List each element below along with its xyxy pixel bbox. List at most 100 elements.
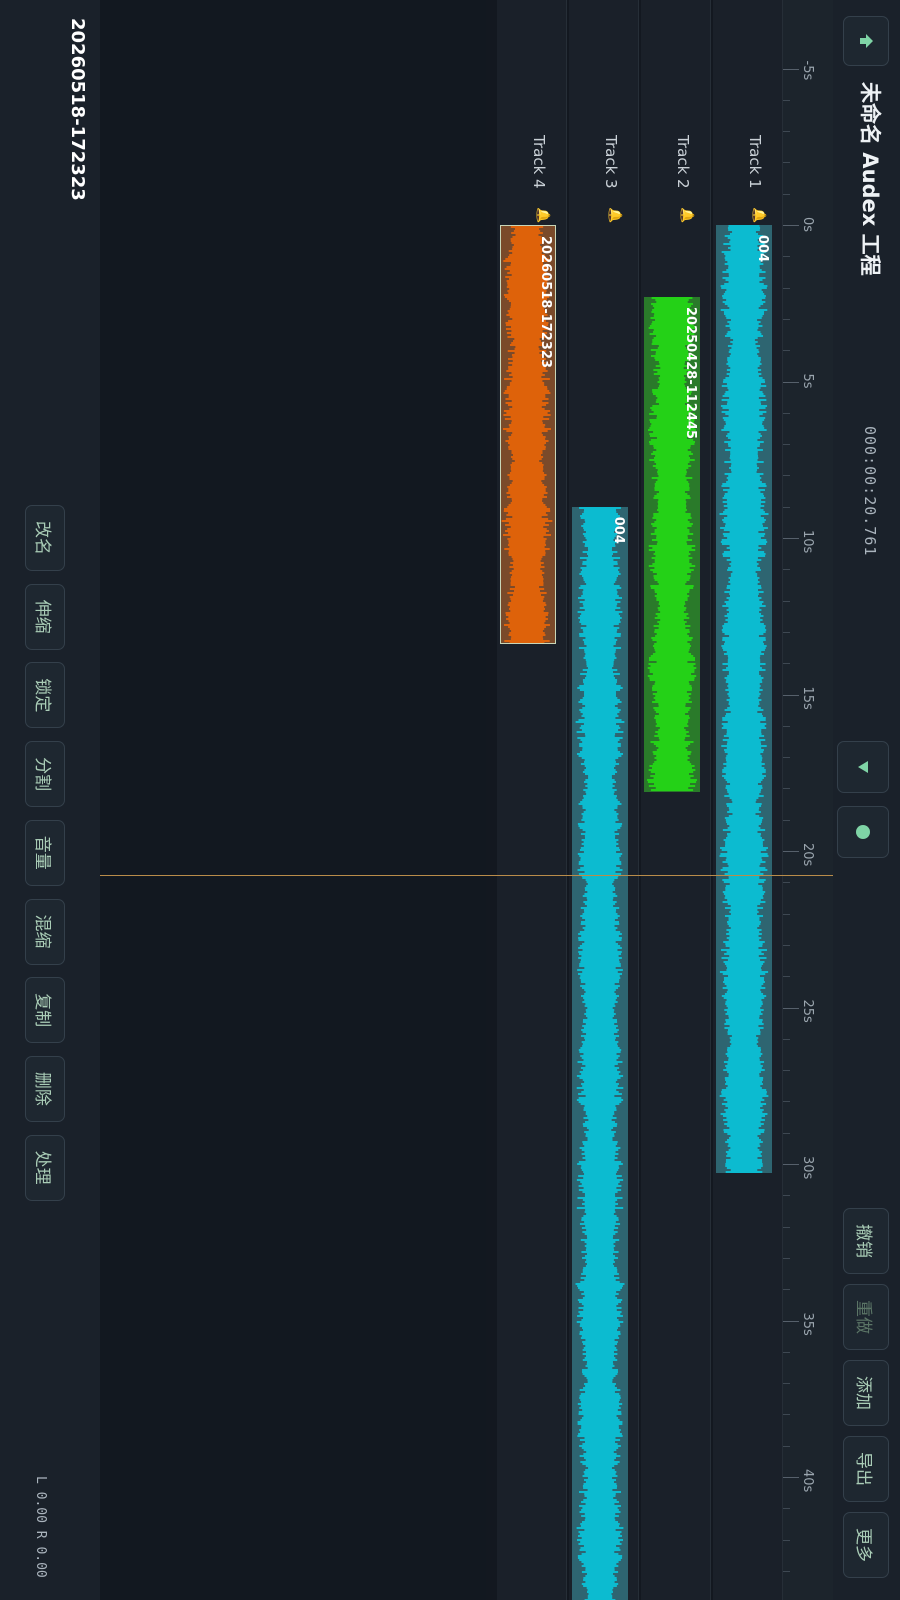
ruler-minor-tick bbox=[783, 1226, 790, 1228]
ruler-minor-tick bbox=[783, 944, 790, 946]
ruler-minor-tick bbox=[783, 1539, 790, 1541]
track-lane[interactable]: Track 1 🔔 004 bbox=[713, 0, 783, 1600]
ruler-minor-tick bbox=[783, 631, 790, 633]
ruler-minor-tick bbox=[783, 1414, 790, 1416]
ruler-label: 10s bbox=[800, 530, 815, 554]
delete-button[interactable]: 删除 bbox=[25, 1055, 65, 1122]
ruler-minor-tick bbox=[783, 350, 790, 352]
bell-icon[interactable]: 🔔 bbox=[535, 207, 550, 223]
ruler-minor-tick bbox=[783, 162, 790, 164]
redo-button[interactable]: 重做 bbox=[843, 1284, 889, 1350]
play-button[interactable] bbox=[837, 741, 889, 793]
bell-icon[interactable]: 🔔 bbox=[679, 207, 694, 223]
ruler-tick bbox=[783, 851, 799, 852]
ruler-minor-tick bbox=[783, 506, 790, 508]
ruler-label: 30s bbox=[800, 1156, 815, 1180]
ruler-minor-tick bbox=[783, 475, 790, 477]
clip-label: 004 bbox=[755, 235, 770, 263]
ruler-label: -5s bbox=[800, 60, 815, 81]
time-display: 000:00:20.761 bbox=[861, 426, 879, 557]
bell-icon[interactable]: 🔔 bbox=[607, 207, 622, 223]
upload-arrow-icon bbox=[860, 34, 873, 48]
copy-button[interactable]: 复制 bbox=[25, 977, 65, 1044]
empty-track-area bbox=[100, 0, 486, 1600]
ruler-minor-tick bbox=[783, 1038, 790, 1040]
ruler-label: 35s bbox=[800, 1312, 815, 1336]
ruler-minor-tick bbox=[783, 1257, 790, 1259]
ruler-minor-tick bbox=[783, 1445, 790, 1447]
ruler-minor-tick bbox=[783, 256, 790, 258]
ruler-minor-tick bbox=[783, 663, 790, 665]
track-lane[interactable]: Track 4 🔔 20260518-172323 bbox=[497, 0, 567, 1600]
ruler-minor-tick bbox=[783, 193, 790, 195]
ruler-tick bbox=[783, 225, 799, 226]
bell-icon[interactable]: 🔔 bbox=[751, 207, 766, 223]
clip-label: 20260518-172323 bbox=[538, 236, 553, 369]
track-name: Track 2 bbox=[674, 135, 692, 189]
ruler-tick bbox=[783, 68, 799, 70]
ruler-minor-tick bbox=[783, 757, 790, 759]
audio-clip[interactable]: 20260518-172323 bbox=[500, 225, 556, 645]
ruler-minor-tick bbox=[783, 131, 790, 133]
process-button[interactable]: 处理 bbox=[25, 1134, 65, 1201]
home-button[interactable] bbox=[843, 16, 889, 66]
record-button[interactable] bbox=[837, 806, 889, 858]
ruler-label: 40s bbox=[800, 1469, 815, 1493]
volume-button[interactable]: 音量 bbox=[25, 819, 65, 886]
app-screen: 未命名 Audex 工程 000:00:20.761 撤销 重做 添加 导出 更… bbox=[0, 0, 900, 1600]
time-ruler[interactable]: -5s 0s 5s 10s 15s 20s 25s 30s 35s 40s bbox=[783, 0, 833, 1600]
top-toolbar: 未命名 Audex 工程 000:00:20.761 撤销 重做 添加 导出 更… bbox=[833, 0, 900, 1600]
ruler-minor-tick bbox=[783, 1289, 790, 1291]
stretch-button[interactable]: 伸缩 bbox=[25, 583, 65, 650]
mixdown-button[interactable]: 混缩 bbox=[25, 898, 65, 965]
ruler-minor-tick bbox=[783, 913, 790, 915]
ruler-minor-tick bbox=[783, 444, 790, 446]
ruler-minor-tick bbox=[783, 882, 790, 884]
undo-button[interactable]: 撤销 bbox=[843, 1208, 889, 1274]
ruler-tick bbox=[783, 1320, 799, 1322]
ruler-minor-tick bbox=[783, 1570, 790, 1572]
more-button[interactable]: 更多 bbox=[843, 1512, 889, 1578]
ruler-minor-tick bbox=[783, 569, 790, 571]
ruler-tick bbox=[783, 1007, 799, 1009]
ruler-minor-tick bbox=[783, 99, 790, 101]
ruler-minor-tick bbox=[783, 1351, 790, 1353]
ruler-tick bbox=[783, 538, 799, 539]
ruler-label: 25s bbox=[800, 999, 815, 1023]
export-button[interactable]: 导出 bbox=[843, 1436, 889, 1502]
audio-clip[interactable]: 20250428-112445 bbox=[644, 296, 700, 792]
waveform bbox=[719, 225, 769, 1173]
track-name: Track 3 bbox=[602, 135, 620, 189]
ruler-label: 0s bbox=[800, 217, 815, 233]
clip-panel: 20260518-172323 改名 伸缩 锁定 分割 音量 混缩 复制 删除 处理 L 0.0… bbox=[0, 0, 100, 1600]
ruler-minor-tick bbox=[783, 1101, 790, 1103]
play-icon bbox=[858, 761, 868, 773]
ruler-minor-tick bbox=[783, 819, 790, 821]
clip-label: 004 bbox=[611, 516, 626, 544]
ruler-minor-tick bbox=[783, 287, 790, 289]
track-lane[interactable]: Track 2 🔔 20250428-112445 bbox=[641, 0, 711, 1600]
ruler-minor-tick bbox=[783, 1195, 790, 1197]
ruler-minor-tick bbox=[783, 412, 790, 414]
ruler-tick bbox=[783, 1164, 799, 1165]
ruler-label: 5s bbox=[800, 373, 815, 389]
audio-clip[interactable]: 004 bbox=[716, 225, 772, 1174]
selected-clip-name: 20260518-172323 bbox=[67, 18, 88, 201]
clip-label: 20250428-112445 bbox=[683, 306, 698, 440]
ruler-label: 20s bbox=[800, 843, 815, 867]
ruler-minor-tick bbox=[783, 725, 790, 727]
rename-button[interactable]: 改名 bbox=[25, 505, 65, 571]
track-name: Track 4 bbox=[530, 135, 548, 189]
track-name: Track 1 bbox=[746, 135, 764, 189]
ruler-tick bbox=[783, 381, 799, 383]
split-button[interactable]: 分割 bbox=[25, 741, 65, 808]
ruler-label: 15s bbox=[800, 686, 815, 710]
add-button[interactable]: 添加 bbox=[843, 1360, 889, 1426]
ruler-minor-tick bbox=[783, 788, 790, 790]
track-lane[interactable]: Track 3 🔔 004 bbox=[569, 0, 639, 1600]
audio-clip[interactable]: 004 bbox=[572, 506, 628, 1600]
lock-button[interactable]: 锁定 bbox=[25, 662, 65, 729]
ruler-minor-tick bbox=[783, 1508, 790, 1510]
playhead[interactable] bbox=[100, 874, 833, 876]
ruler-minor-tick bbox=[783, 976, 790, 978]
